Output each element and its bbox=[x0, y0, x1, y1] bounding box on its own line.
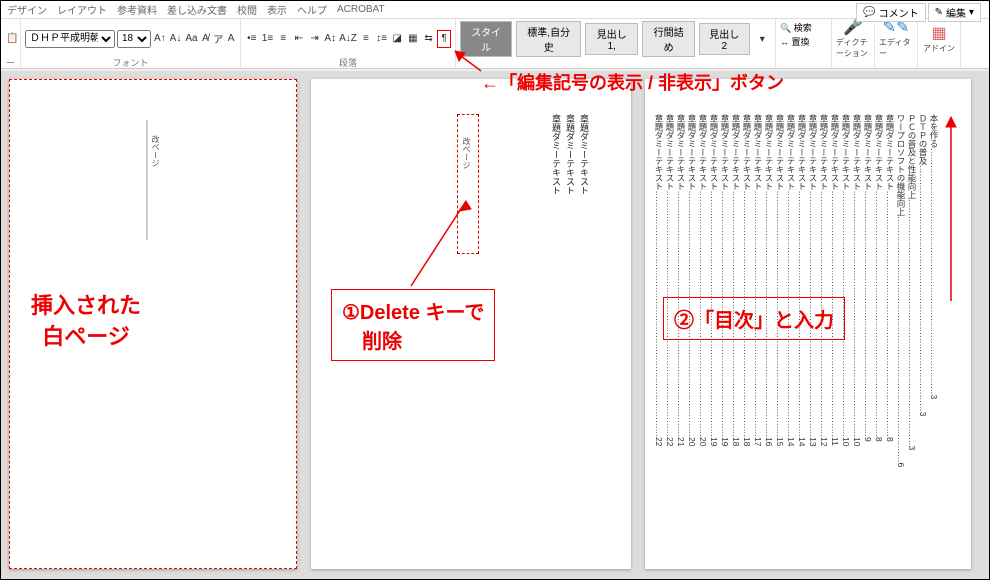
comment-icon: 💬 bbox=[863, 7, 875, 18]
style-nospacing[interactable]: 行間詰め bbox=[642, 21, 694, 57]
tab-view[interactable]: 表示 bbox=[267, 2, 287, 17]
dictate-button[interactable]: 🎤ディクテーション bbox=[836, 21, 870, 55]
styles-more-button[interactable]: ▾ bbox=[754, 30, 771, 48]
numbering-button[interactable]: 1≡ bbox=[261, 30, 275, 48]
find-button[interactable]: 🔍 検索 bbox=[780, 21, 812, 34]
bullets-button[interactable]: •≡ bbox=[245, 30, 259, 48]
toc-line: 章題ダミーテキスト……………………………………………………………………………8 bbox=[884, 114, 895, 544]
shading-button[interactable]: ◪ bbox=[390, 30, 404, 48]
decrease-indent-button[interactable]: ⇤ bbox=[292, 30, 306, 48]
tab-help[interactable]: ヘルプ bbox=[297, 2, 327, 17]
p2-col3: 章題ダミーテキスト bbox=[549, 114, 563, 195]
style-normal[interactable]: 標準,自分史 bbox=[516, 21, 581, 57]
anno-toggle-marks: ←「編集記号の表示 / 非表示」ボタン bbox=[481, 69, 784, 95]
group-font-label: フォント bbox=[25, 56, 236, 68]
p2-col1: 章題ダミーテキスト bbox=[577, 114, 591, 195]
toc-line: 本を作る……………………………………………………………………………3 bbox=[928, 114, 939, 544]
toc-line: 章題ダミーテキスト……………………………………………………………………………9 bbox=[862, 114, 873, 544]
tab-layout[interactable]: レイアウト bbox=[57, 2, 107, 17]
p1-pagebreak-label: 改ページ bbox=[150, 135, 161, 167]
text-direction-button[interactable]: A↕ bbox=[323, 30, 337, 48]
anno-inserted-blank: 挿入された 白ページ bbox=[31, 291, 141, 353]
tab-acrobat[interactable]: ACROBAT bbox=[337, 4, 385, 15]
shrink-font-button[interactable]: A↓ bbox=[169, 30, 183, 48]
increase-indent-button[interactable]: ⇥ bbox=[308, 30, 322, 48]
sort-button[interactable]: A↓Z bbox=[339, 30, 357, 48]
toc-line: ワープロソフトの機能向上…………………………………………………………………………… bbox=[895, 114, 906, 544]
group-styles-label bbox=[460, 57, 771, 68]
grow-font-button[interactable]: A↑ bbox=[153, 30, 167, 48]
char-border-button[interactable]: A bbox=[226, 30, 236, 48]
addins-button[interactable]: ▦アドイン bbox=[922, 21, 956, 55]
editing-label: 編集 bbox=[946, 5, 966, 20]
distribute-button[interactable]: ⇆ bbox=[422, 30, 436, 48]
tab-mailings[interactable]: 差し込み文書 bbox=[167, 2, 227, 17]
multilevel-button[interactable]: ≡ bbox=[276, 30, 290, 48]
replace-button[interactable]: ↔ 置換 bbox=[780, 35, 810, 48]
phonetic-guide-button[interactable]: ア bbox=[212, 30, 224, 48]
borders-button[interactable]: ▦ bbox=[406, 30, 420, 48]
anno-type-toc: ②「目次」と入力 bbox=[663, 297, 845, 340]
toc-line: ＤＴＰの普及……………………………………………………………………………3 bbox=[917, 114, 928, 544]
tab-design[interactable]: デザイン bbox=[7, 2, 47, 17]
pencil-icon: ✎ bbox=[935, 7, 943, 18]
ribbon-tabs: デザイン レイアウト 参考資料 差し込み文書 校閲 表示 ヘルプ ACROBAT bbox=[1, 1, 989, 19]
toc-line: 章題ダミーテキスト……………………………………………………………………………8 bbox=[873, 114, 884, 544]
comments-button[interactable]: 💬 コメント bbox=[856, 3, 925, 22]
group-paragraph-label: 段落 bbox=[245, 56, 451, 68]
group-clipboard-label: ード bbox=[5, 56, 16, 68]
document-canvas[interactable]: 改ページ 章題ダミーテキスト 章題ダミーテキスト 章題ダミーテキスト 改ページ … bbox=[1, 71, 989, 579]
chevron-down-icon: ▾ bbox=[969, 7, 974, 18]
align-button[interactable]: ≡ bbox=[359, 30, 373, 48]
show-hide-marks-button[interactable]: ¶ bbox=[437, 30, 451, 48]
tab-references[interactable]: 参考資料 bbox=[117, 2, 157, 17]
editor-button[interactable]: ✎✎エディター bbox=[879, 21, 913, 55]
p2-pagebreak-label: 改ページ bbox=[461, 137, 472, 169]
p2-col2: 章題ダミーテキスト bbox=[563, 114, 577, 195]
style-heading2[interactable]: 見出し 2 bbox=[699, 23, 750, 55]
line-spacing-button[interactable]: ↕≡ bbox=[375, 30, 389, 48]
anno-delete-instruction: ①Delete キーで 削除 bbox=[331, 289, 495, 361]
tab-review[interactable]: 校閲 bbox=[237, 2, 257, 17]
toc-line: ＰＣの普及と性能向上……………………………………………………………………………3 bbox=[906, 114, 917, 544]
style-heading1[interactable]: 見出し 1, bbox=[585, 23, 638, 55]
change-case-button[interactable]: Aa bbox=[184, 30, 198, 48]
clipboard-icon[interactable]: 📋 bbox=[5, 30, 19, 48]
addin-icon: ▦ bbox=[931, 23, 946, 43]
font-size-select[interactable]: 18 bbox=[117, 30, 151, 48]
font-name-select[interactable]: ＤＨＰ平成明朝体V bbox=[25, 30, 115, 48]
toc-line: 章題ダミーテキスト……………………………………………………………………………10 bbox=[851, 114, 862, 544]
comments-label: コメント bbox=[879, 5, 919, 20]
clear-format-button[interactable]: A̸ bbox=[201, 30, 211, 48]
editing-mode-button[interactable]: ✎ 編集 ▾ bbox=[928, 3, 981, 22]
ribbon: 📋 ード ＤＨＰ平成明朝体V 18 A↑ A↓ Aa A̸ ア A フォント •… bbox=[1, 19, 989, 69]
